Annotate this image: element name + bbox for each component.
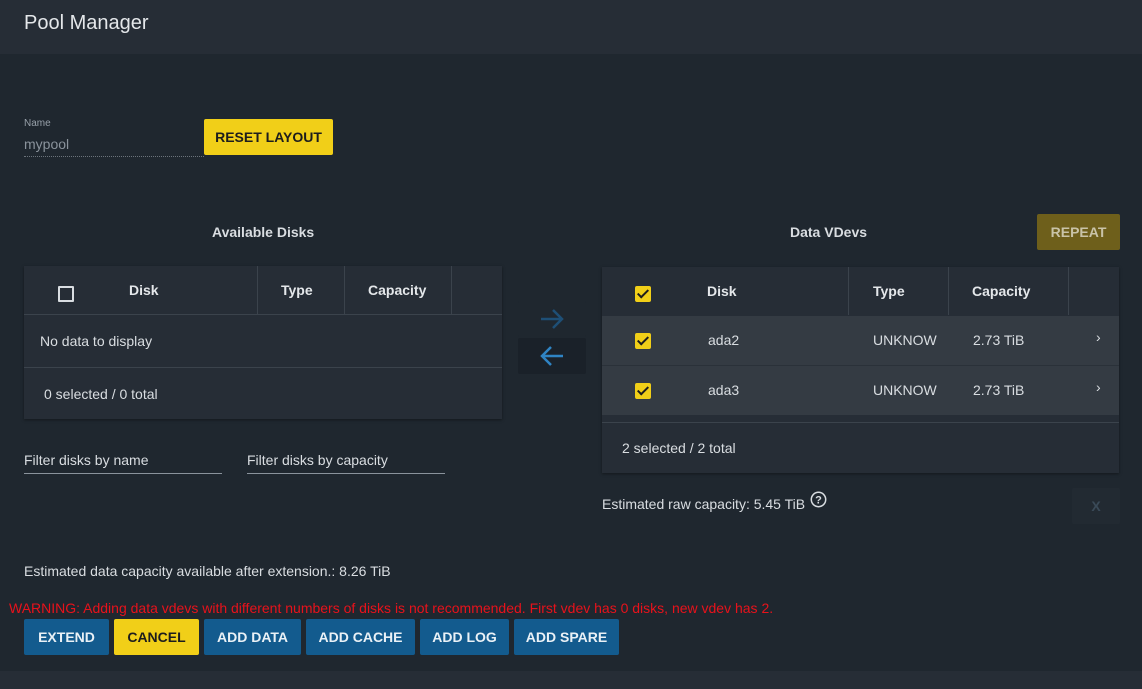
select-all-checkbox-icon[interactable] [635,286,651,302]
move-right-button[interactable] [518,301,586,337]
header-divider [24,314,502,315]
column-divider [1068,267,1069,315]
remove-vdev-button[interactable]: X [1072,488,1120,524]
estimated-data-capacity: Estimated data capacity available after … [24,563,391,579]
pool-name-label: Name [24,118,51,129]
footer-bar [0,671,1142,689]
row-disk: ada2 [708,332,740,348]
column-header-type[interactable]: Type [873,267,905,315]
filter-disks-by-name-input[interactable]: Filter disks by name [24,452,222,474]
pool-name-field[interactable]: Name mypool [24,118,204,157]
column-header-capacity[interactable]: Capacity [368,266,426,314]
filter-disks-by-capacity-input[interactable]: Filter disks by capacity [247,452,445,474]
row-checkbox-icon[interactable] [635,383,651,399]
data-vdevs-table: Disk Type Capacity ada2 UNKNOW 2.73 TiB … [602,267,1119,473]
estimated-raw-capacity: Estimated raw capacity: 5.45 TiB [602,496,806,512]
select-all-checkbox-icon[interactable] [58,286,74,302]
page-title: Pool Manager [24,12,149,34]
column-header-disk[interactable]: Disk [129,266,159,314]
chevron-right-icon[interactable]: › [1096,329,1101,345]
available-selection-count: 0 selected / 0 total [44,386,158,402]
available-disks-title: Available Disks [212,224,315,240]
column-header-type[interactable]: Type [281,266,313,314]
table-row[interactable]: ada2 UNKNOW 2.73 TiB › [602,316,1119,365]
table-row[interactable]: ada3 UNKNOW 2.73 TiB › [602,366,1119,415]
footer-divider [602,422,1119,423]
arrow-right-icon [541,309,564,329]
column-divider [451,266,452,314]
row-type: UNKNOW [873,332,937,348]
available-disks-table: Disk Type Capacity No data to display 0 … [24,266,502,419]
column-header-disk[interactable]: Disk [707,267,737,315]
warning-message: WARNING: Adding data vdevs with differen… [9,600,774,616]
move-left-button[interactable] [518,338,586,374]
chevron-right-icon[interactable]: › [1096,379,1101,395]
row-capacity: 2.73 TiB [973,382,1025,398]
add-cache-button[interactable]: ADD CACHE [306,619,415,655]
data-vdevs-title: Data VDevs [790,224,868,240]
column-divider [848,267,849,315]
empty-message: No data to display [40,333,153,349]
row-checkbox-icon[interactable] [635,333,651,349]
add-data-button[interactable]: ADD DATA [204,619,301,655]
column-header-capacity[interactable]: Capacity [972,267,1030,315]
help-circle-icon[interactable]: ? [810,491,827,508]
row-disk: ada3 [708,382,740,398]
arrow-left-icon [540,346,563,366]
cancel-button[interactable]: CANCEL [114,619,199,655]
column-divider [344,266,345,314]
extend-button[interactable]: EXTEND [24,619,109,655]
pool-name-input[interactable]: mypool [24,136,204,157]
svg-text:?: ? [815,495,822,507]
column-divider [257,266,258,314]
reset-layout-button[interactable]: RESET LAYOUT [204,119,333,155]
repeat-button[interactable]: REPEAT [1037,214,1120,250]
add-log-button[interactable]: ADD LOG [420,619,509,655]
row-type: UNKNOW [873,382,937,398]
vdevs-selection-count: 2 selected / 2 total [622,440,736,456]
add-spare-button[interactable]: ADD SPARE [514,619,619,655]
footer-divider [24,367,502,368]
column-divider [948,267,949,315]
row-capacity: 2.73 TiB [973,332,1025,348]
top-bar: Pool Manager [0,0,1142,54]
